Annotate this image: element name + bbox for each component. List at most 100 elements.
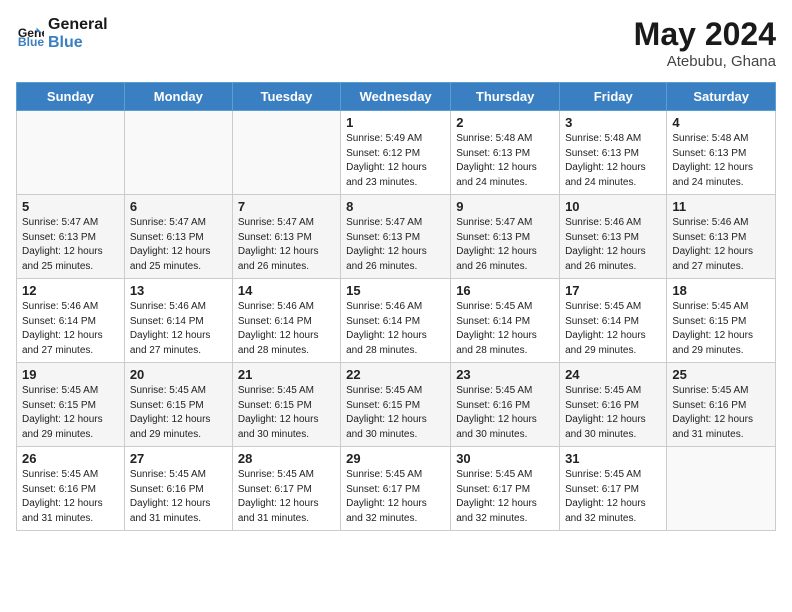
day-number: 20 bbox=[130, 367, 227, 382]
day-info: Sunrise: 5:45 AM Sunset: 6:17 PM Dayligh… bbox=[565, 468, 661, 526]
day-info: Sunrise: 5:45 AM Sunset: 6:15 PM Dayligh… bbox=[238, 384, 335, 442]
calendar-cell: 10Sunrise: 5:46 AM Sunset: 6:13 PM Dayli… bbox=[560, 195, 667, 279]
calendar-cell bbox=[124, 111, 232, 195]
col-thursday: Thursday bbox=[451, 83, 560, 111]
day-info: Sunrise: 5:45 AM Sunset: 6:17 PM Dayligh… bbox=[346, 468, 445, 526]
calendar-cell: 14 Sunrise: 5:46 AM Sunset: 6:14 PM Dayli… bbox=[232, 279, 340, 363]
calendar-header-row: Sunday Monday Tuesday Wednesday Thursday… bbox=[17, 83, 776, 111]
day-info: Sunrise: 5:45 AM Sunset: 6:15 PM Dayligh… bbox=[22, 384, 119, 442]
calendar-cell: 15 Sunrise: 5:46 AM Sunset: 6:14 PM Dayli… bbox=[341, 279, 451, 363]
day-info: Sunrise: 5:45 AM Sunset: 6:16 PM Dayligh… bbox=[456, 384, 554, 442]
logo-text-blue: Blue bbox=[48, 34, 108, 52]
calendar-week-2: 5 Sunrise: 5:47 AM Sunset: 6:13 PM Daylig… bbox=[17, 195, 776, 279]
calendar-cell: 31Sunrise: 5:45 AM Sunset: 6:17 PM Dayli… bbox=[560, 447, 667, 531]
day-info: Sunrise: 5:48 AM Sunset: 6:13 PM Dayligh… bbox=[456, 132, 554, 190]
logo: General Blue General Blue bbox=[16, 16, 108, 51]
calendar-cell: 12Sunrise: 5:46 AM Sunset: 6:14 PM Dayli… bbox=[17, 279, 125, 363]
day-info: Sunrise: 5:46 AM Sunset: 6:14 PM Dayligh… bbox=[22, 300, 119, 358]
calendar-cell: 11Sunrise: 5:46 AM Sunset: 6:13 PM Dayli… bbox=[667, 195, 776, 279]
col-saturday: Saturday bbox=[667, 83, 776, 111]
day-info: Sunrise: 5:45 AM Sunset: 6:15 PM Dayligh… bbox=[130, 384, 227, 442]
day-number: 21 bbox=[238, 367, 335, 382]
day-info: Sunrise: 5:45 AM Sunset: 6:14 PM Dayligh… bbox=[565, 300, 661, 358]
calendar-cell bbox=[17, 111, 125, 195]
calendar-body: 1 Sunrise: 5:49 AM Sunset: 6:12 PM Daylig… bbox=[17, 111, 776, 531]
day-number: 19 bbox=[22, 367, 119, 382]
day-info: Sunrise: 5:45 AM Sunset: 6:15 PM Dayligh… bbox=[672, 300, 770, 358]
calendar-cell: 25 Sunrise: 5:45 AM Sunset: 6:16 PM Dayli… bbox=[667, 363, 776, 447]
day-number: 27 bbox=[130, 451, 227, 466]
day-info: Sunrise: 5:46 AM Sunset: 6:14 PM Dayligh… bbox=[130, 300, 227, 358]
day-info: Sunrise: 5:45 AM Sunset: 6:16 PM Dayligh… bbox=[565, 384, 661, 442]
day-info: Sunrise: 5:45 AM Sunset: 6:17 PM Dayligh… bbox=[456, 468, 554, 526]
col-wednesday: Wednesday bbox=[341, 83, 451, 111]
calendar-cell: 8 Sunrise: 5:47 AM Sunset: 6:13 PM Daylig… bbox=[341, 195, 451, 279]
calendar-cell: 6Sunrise: 5:47 AM Sunset: 6:13 PM Daylig… bbox=[124, 195, 232, 279]
day-info: Sunrise: 5:47 AM Sunset: 6:13 PM Dayligh… bbox=[456, 216, 554, 274]
day-info: Sunrise: 5:47 AM Sunset: 6:13 PM Dayligh… bbox=[22, 216, 119, 274]
calendar-cell: 26Sunrise: 5:45 AM Sunset: 6:16 PM Dayli… bbox=[17, 447, 125, 531]
calendar-cell bbox=[667, 447, 776, 531]
calendar-cell: 9 Sunrise: 5:47 AM Sunset: 6:13 PM Daylig… bbox=[451, 195, 560, 279]
day-number: 8 bbox=[346, 199, 445, 214]
calendar-week-3: 12Sunrise: 5:46 AM Sunset: 6:14 PM Dayli… bbox=[17, 279, 776, 363]
calendar-cell: 5 Sunrise: 5:47 AM Sunset: 6:13 PM Daylig… bbox=[17, 195, 125, 279]
calendar-cell: 2 Sunrise: 5:48 AM Sunset: 6:13 PM Daylig… bbox=[451, 111, 560, 195]
day-number: 25 bbox=[672, 367, 770, 382]
day-number: 28 bbox=[238, 451, 335, 466]
day-number: 18 bbox=[672, 283, 770, 298]
day-info: Sunrise: 5:45 AM Sunset: 6:17 PM Dayligh… bbox=[238, 468, 335, 526]
calendar-cell: 28 Sunrise: 5:45 AM Sunset: 6:17 PM Dayli… bbox=[232, 447, 340, 531]
calendar-cell: 1 Sunrise: 5:49 AM Sunset: 6:12 PM Daylig… bbox=[341, 111, 451, 195]
calendar-cell: 7 Sunrise: 5:47 AM Sunset: 6:13 PM Daylig… bbox=[232, 195, 340, 279]
calendar-cell: 3 Sunrise: 5:48 AM Sunset: 6:13 PM Daylig… bbox=[560, 111, 667, 195]
day-info: Sunrise: 5:45 AM Sunset: 6:15 PM Dayligh… bbox=[346, 384, 445, 442]
day-info: Sunrise: 5:46 AM Sunset: 6:14 PM Dayligh… bbox=[238, 300, 335, 358]
svg-text:Blue: Blue bbox=[18, 35, 44, 48]
day-info: Sunrise: 5:47 AM Sunset: 6:13 PM Dayligh… bbox=[238, 216, 335, 274]
day-number: 15 bbox=[346, 283, 445, 298]
day-number: 13 bbox=[130, 283, 227, 298]
calendar-week-1: 1 Sunrise: 5:49 AM Sunset: 6:12 PM Daylig… bbox=[17, 111, 776, 195]
calendar-cell bbox=[232, 111, 340, 195]
day-number: 14 bbox=[238, 283, 335, 298]
col-sunday: Sunday bbox=[17, 83, 125, 111]
day-number: 2 bbox=[456, 115, 554, 130]
page-header: General Blue General Blue May 2024 Atebu… bbox=[16, 16, 776, 70]
day-number: 5 bbox=[22, 199, 119, 214]
day-number: 22 bbox=[346, 367, 445, 382]
day-number: 9 bbox=[456, 199, 554, 214]
calendar-cell: 4Sunrise: 5:48 AM Sunset: 6:13 PM Daylig… bbox=[667, 111, 776, 195]
calendar-cell: 20 Sunrise: 5:45 AM Sunset: 6:15 PM Dayli… bbox=[124, 363, 232, 447]
day-number: 29 bbox=[346, 451, 445, 466]
day-info: Sunrise: 5:46 AM Sunset: 6:14 PM Dayligh… bbox=[346, 300, 445, 358]
col-tuesday: Tuesday bbox=[232, 83, 340, 111]
day-number: 7 bbox=[238, 199, 335, 214]
day-info: Sunrise: 5:48 AM Sunset: 6:13 PM Dayligh… bbox=[565, 132, 661, 190]
day-number: 1 bbox=[346, 115, 445, 130]
location-subtitle: Atebubu, Ghana bbox=[634, 53, 776, 70]
day-number: 17 bbox=[565, 283, 661, 298]
calendar-cell: 24 Sunrise: 5:45 AM Sunset: 6:16 PM Dayli… bbox=[560, 363, 667, 447]
day-number: 24 bbox=[565, 367, 661, 382]
calendar-cell: 13 Sunrise: 5:46 AM Sunset: 6:14 PM Dayli… bbox=[124, 279, 232, 363]
calendar-cell: 21 Sunrise: 5:45 AM Sunset: 6:15 PM Dayli… bbox=[232, 363, 340, 447]
logo-icon: General Blue bbox=[16, 20, 44, 48]
day-number: 3 bbox=[565, 115, 661, 130]
day-info: Sunrise: 5:45 AM Sunset: 6:16 PM Dayligh… bbox=[130, 468, 227, 526]
calendar-cell: 19 Sunrise: 5:45 AM Sunset: 6:15 PM Dayli… bbox=[17, 363, 125, 447]
day-info: Sunrise: 5:47 AM Sunset: 6:13 PM Dayligh… bbox=[346, 216, 445, 274]
day-number: 10 bbox=[565, 199, 661, 214]
day-info: Sunrise: 5:46 AM Sunset: 6:13 PM Dayligh… bbox=[672, 216, 770, 274]
title-block: May 2024 Atebubu, Ghana bbox=[634, 16, 776, 70]
calendar-table: Sunday Monday Tuesday Wednesday Thursday… bbox=[16, 82, 776, 531]
day-number: 16 bbox=[456, 283, 554, 298]
calendar-week-5: 26Sunrise: 5:45 AM Sunset: 6:16 PM Dayli… bbox=[17, 447, 776, 531]
day-info: Sunrise: 5:47 AM Sunset: 6:13 PM Dayligh… bbox=[130, 216, 227, 274]
day-info: Sunrise: 5:45 AM Sunset: 6:16 PM Dayligh… bbox=[672, 384, 770, 442]
col-friday: Friday bbox=[560, 83, 667, 111]
calendar-cell: 23Sunrise: 5:45 AM Sunset: 6:16 PM Dayli… bbox=[451, 363, 560, 447]
calendar-cell: 18 Sunrise: 5:45 AM Sunset: 6:15 PM Dayli… bbox=[667, 279, 776, 363]
calendar-cell: 29 Sunrise: 5:45 AM Sunset: 6:17 PM Dayli… bbox=[341, 447, 451, 531]
day-info: Sunrise: 5:49 AM Sunset: 6:12 PM Dayligh… bbox=[346, 132, 445, 190]
